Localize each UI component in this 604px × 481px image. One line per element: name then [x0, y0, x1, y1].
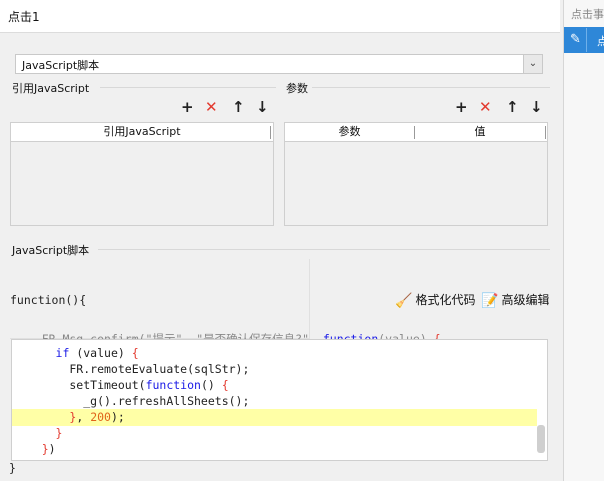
side-panel: [563, 0, 604, 481]
ref-js-column-header[interactable]: 引用JavaScript: [11, 123, 273, 141]
side-toolbar-label[interactable]: 点: [597, 33, 604, 49]
ref-js-add-button[interactable]: +: [181, 99, 194, 115]
params-down-button[interactable]: ↓: [530, 99, 543, 115]
side-panel-tab[interactable]: 点击事: [571, 6, 604, 22]
code-line-1: FR.Msg.confirm("提示", "是否确认保存信息?", functi…: [14, 332, 441, 339]
edit-box-icon: 📝: [481, 293, 499, 309]
params-divider: [312, 87, 550, 88]
params-remove-button[interactable]: ✕: [479, 99, 492, 115]
code-line-5: _g().refreshAllSheets();: [14, 394, 250, 408]
script-type-value: JavaScript脚本: [22, 59, 100, 72]
ref-js-down-button[interactable]: ↓: [256, 99, 269, 115]
code-line-4: setTimeout(function() {: [14, 378, 229, 392]
editor-scrollbar[interactable]: [537, 425, 545, 453]
dialog-title-bar: [0, 0, 560, 33]
function-footer: }: [9, 461, 16, 475]
broom-icon: 🧹: [395, 293, 413, 309]
advanced-edit-label: 高级编辑: [501, 293, 550, 307]
code-line-7: }: [55, 426, 63, 440]
params-add-button[interactable]: +: [455, 99, 468, 115]
code-line-8: }): [41, 442, 56, 456]
ref-js-divider: [100, 87, 276, 88]
params-up-button[interactable]: ↑: [506, 99, 519, 115]
ref-js-legend: 引用JavaScript: [12, 80, 93, 96]
params-column-value[interactable]: 值: [415, 123, 545, 141]
ref-js-up-button[interactable]: ↑: [232, 99, 245, 115]
script-divider: [98, 249, 550, 250]
format-code-label: 格式化代码: [415, 293, 476, 307]
dialog-title: 点击1: [8, 10, 40, 24]
pencil-icon[interactable]: ✎: [565, 28, 587, 52]
ref-js-remove-button[interactable]: ✕: [205, 99, 218, 115]
script-legend: JavaScript脚本: [12, 242, 93, 258]
column-separator: [270, 126, 271, 139]
params-column-name[interactable]: 参数: [285, 123, 414, 141]
params-legend: 参数: [286, 80, 311, 96]
code-line-3: FR.remoteEvaluate(sqlStr);: [14, 362, 250, 376]
code-line-6: }, 200);: [69, 410, 125, 424]
advanced-edit-button[interactable]: 📝 高级编辑: [481, 291, 549, 309]
format-code-button[interactable]: 🧹 格式化代码: [395, 291, 475, 309]
code-line-2-text: if (value) {: [55, 346, 139, 360]
function-header: function(){: [10, 293, 87, 307]
column-separator: [545, 126, 546, 139]
chevron-down-icon[interactable]: ⌄: [523, 55, 542, 73]
